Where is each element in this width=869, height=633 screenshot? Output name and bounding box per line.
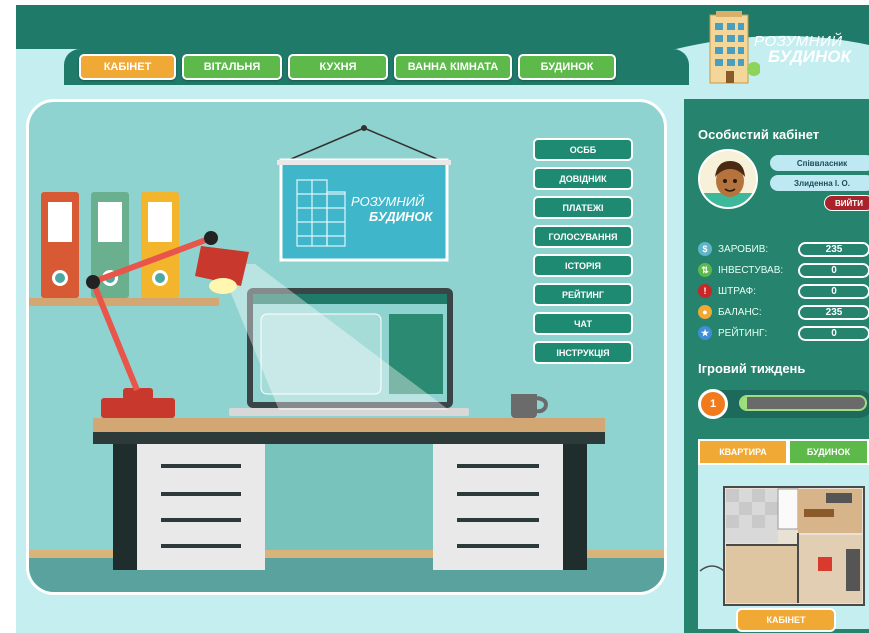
menu-voting-button[interactable]: ГОЛОСУВАННЯ — [533, 225, 633, 248]
invest-icon: ⇅ — [698, 263, 712, 277]
poster — [277, 125, 451, 262]
avatar-icon — [700, 161, 756, 207]
user-name: Злиденна І. О. — [770, 175, 869, 191]
stat-fine-label: ШТРАФ: — [718, 285, 756, 297]
logout-button[interactable]: ВИЙТИ — [824, 195, 869, 211]
desk-top — [93, 418, 605, 432]
role-badge: Співвласник — [770, 155, 869, 171]
floor-plan — [699, 486, 865, 606]
floor-plan-box: КВАРТИРА БУДИНОК — [698, 439, 869, 629]
stat-rating-value: 0 — [798, 325, 869, 341]
stat-rating: ★ РЕЙТИНГ: 0 — [698, 325, 869, 341]
shelf — [29, 298, 219, 306]
tab-building[interactable]: БУДИНОК — [518, 54, 616, 80]
room-scene: РОЗУМНИЙ БУДИНОК ОСББ ДОВІДНИК ПЛАТЕЖІ Г… — [26, 99, 667, 595]
menu-directory-button[interactable]: ДОВІДНИК — [533, 167, 633, 190]
logo: РОЗУМНИЙ БУДИНОК — [698, 9, 869, 89]
tab-cabinet[interactable]: КАБІНЕТ — [79, 54, 176, 80]
tab-apartment[interactable]: КВАРТИРА — [698, 439, 788, 465]
stat-rating-label: РЕЙТИНГ: — [718, 327, 768, 339]
drawer-right — [433, 444, 563, 570]
mug — [511, 394, 537, 418]
stat-balance-value: 235 — [798, 304, 869, 320]
stat-fine: ! ШТРАФ: 0 — [698, 283, 869, 299]
stat-fine-value: 0 — [798, 283, 869, 299]
poster-title-line1: РОЗУМНИЙ — [351, 194, 425, 209]
poster-title-line2: БУДИНОК — [369, 209, 433, 224]
menu-chat-button[interactable]: ЧАТ — [533, 312, 633, 335]
exclamation-icon: ! — [698, 284, 712, 298]
game-week-number: 1 — [698, 389, 728, 419]
avatar — [698, 149, 758, 209]
money-bag-icon: $ — [698, 242, 712, 256]
stat-earned-value: 235 — [798, 241, 869, 257]
menu-payments-button[interactable]: ПЛАТЕЖІ — [533, 196, 633, 219]
profile-panel: Особистий кабінет Співвласник Злиденна І… — [684, 99, 869, 633]
stat-invested: ⇅ ІНВЕСТУВАВ: 0 — [698, 262, 869, 278]
menu-rating-button[interactable]: РЕЙТИНГ — [533, 283, 633, 306]
game-week-progress — [739, 395, 867, 411]
game-week-progress-fill — [741, 397, 748, 409]
cabinet-bottom-button[interactable]: КАБІНЕТ — [736, 608, 836, 632]
tab-house[interactable]: БУДИНОК — [788, 439, 869, 465]
building-logo-icon — [709, 11, 760, 84]
binders — [41, 192, 179, 298]
header: КАБІНЕТ ВІТАЛЬНЯ КУХНЯ ВАННА КІМНАТА БУД… — [16, 5, 869, 85]
game-screen: КАБІНЕТ ВІТАЛЬНЯ КУХНЯ ВАННА КІМНАТА БУД… — [16, 5, 869, 633]
stat-invested-label: ІНВЕСТУВАВ: — [718, 264, 784, 276]
star-icon: ★ — [698, 326, 712, 340]
tab-living-room[interactable]: ВІТАЛЬНЯ — [182, 54, 282, 80]
menu-instructions-button[interactable]: ІНСТРУКЦІЯ — [533, 341, 633, 364]
menu-osbb-button[interactable]: ОСББ — [533, 138, 633, 161]
drawer-left — [137, 444, 265, 570]
stat-invested-value: 0 — [798, 262, 869, 278]
logo-line2: БУДИНОК — [768, 47, 851, 66]
stat-earned: $ ЗАРОБИВ: 235 — [698, 241, 869, 257]
tab-kitchen[interactable]: КУХНЯ — [288, 54, 388, 80]
stat-balance-label: БАЛАНС: — [718, 306, 762, 318]
coins-icon: ● — [698, 305, 712, 319]
tab-bathroom[interactable]: ВАННА КІМНАТА — [394, 54, 512, 80]
stat-balance: ● БАЛАНС: 235 — [698, 304, 869, 320]
profile-title: Особистий кабінет — [698, 127, 820, 142]
menu-history-button[interactable]: ІСТОРІЯ — [533, 254, 633, 277]
game-week-title: Ігровий тиждень — [698, 361, 806, 376]
stat-earned-label: ЗАРОБИВ: — [718, 243, 769, 255]
